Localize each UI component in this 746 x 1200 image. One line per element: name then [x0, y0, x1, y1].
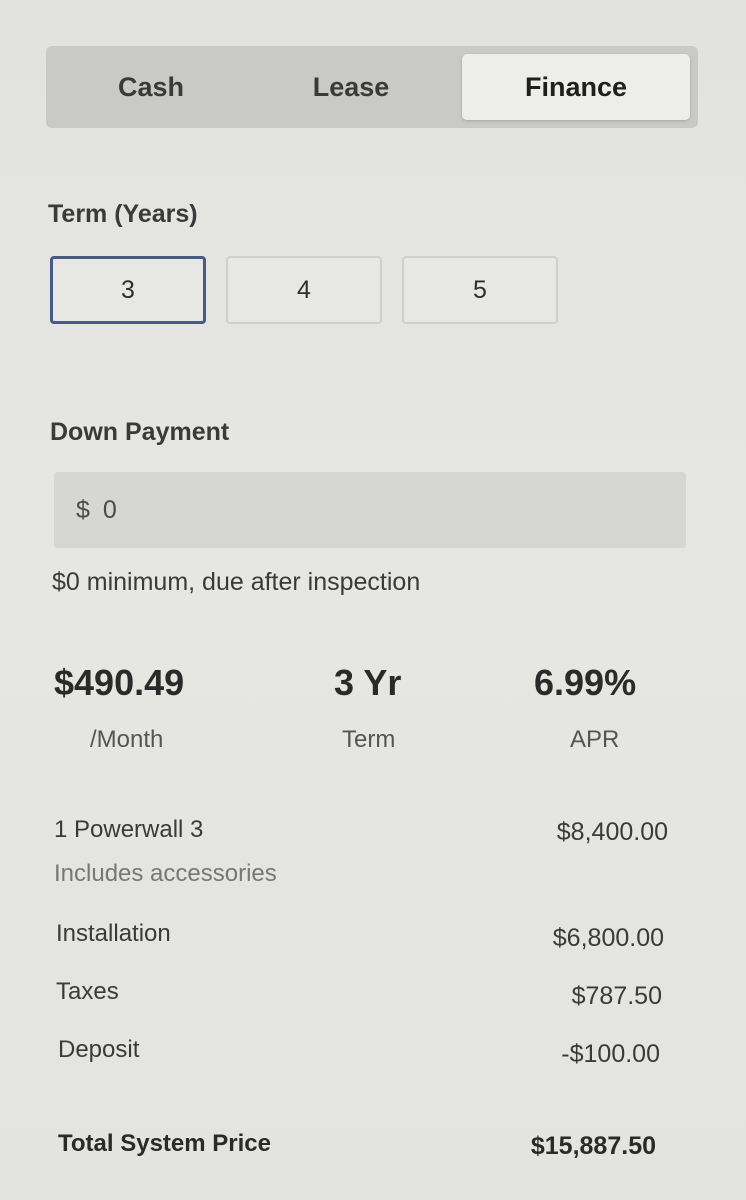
total-price-amount: $15,887.50: [530, 1132, 656, 1160]
deposit-amount: -$100.00: [561, 1040, 660, 1068]
term-value: 3 Yr: [334, 662, 402, 703]
apr-caption: APR: [570, 726, 620, 753]
monthly-payment-caption: /Month: [90, 726, 164, 753]
tab-cash[interactable]: Cash: [46, 46, 256, 128]
finance-configurator: Cash Lease Finance Term (Years) 3 4 5 Do…: [0, 0, 746, 1200]
payment-type-selector: Cash Lease Finance: [46, 46, 698, 128]
term-option-4[interactable]: 4: [226, 256, 382, 324]
total-price-label: Total System Price: [58, 1130, 271, 1157]
deposit-label: Deposit: [58, 1036, 140, 1063]
down-payment-label: Down Payment: [50, 418, 230, 446]
taxes-label: Taxes: [56, 978, 119, 1005]
taxes-amount: $787.50: [571, 982, 662, 1010]
term-caption: Term: [342, 726, 396, 753]
powerwall-item-label: 1 Powerwall 3: [54, 816, 204, 843]
installation-amount: $6,800.00: [552, 924, 664, 952]
apr-value: 6.99%: [534, 662, 637, 703]
term-label: Term (Years): [48, 200, 198, 228]
down-payment-hint: $0 minimum, due after inspection: [52, 568, 421, 596]
down-payment-input[interactable]: $ 0: [54, 472, 686, 548]
powerwall-item-note: Includes accessories: [54, 860, 277, 887]
monthly-payment-value: $490.49: [54, 662, 185, 703]
term-option-5[interactable]: 5: [402, 256, 558, 324]
powerwall-item-amount: $8,400.00: [556, 818, 668, 846]
tab-lease[interactable]: Lease: [246, 46, 456, 128]
tab-finance[interactable]: Finance: [462, 54, 690, 120]
term-option-3[interactable]: 3: [50, 256, 206, 324]
installation-label: Installation: [56, 920, 171, 947]
